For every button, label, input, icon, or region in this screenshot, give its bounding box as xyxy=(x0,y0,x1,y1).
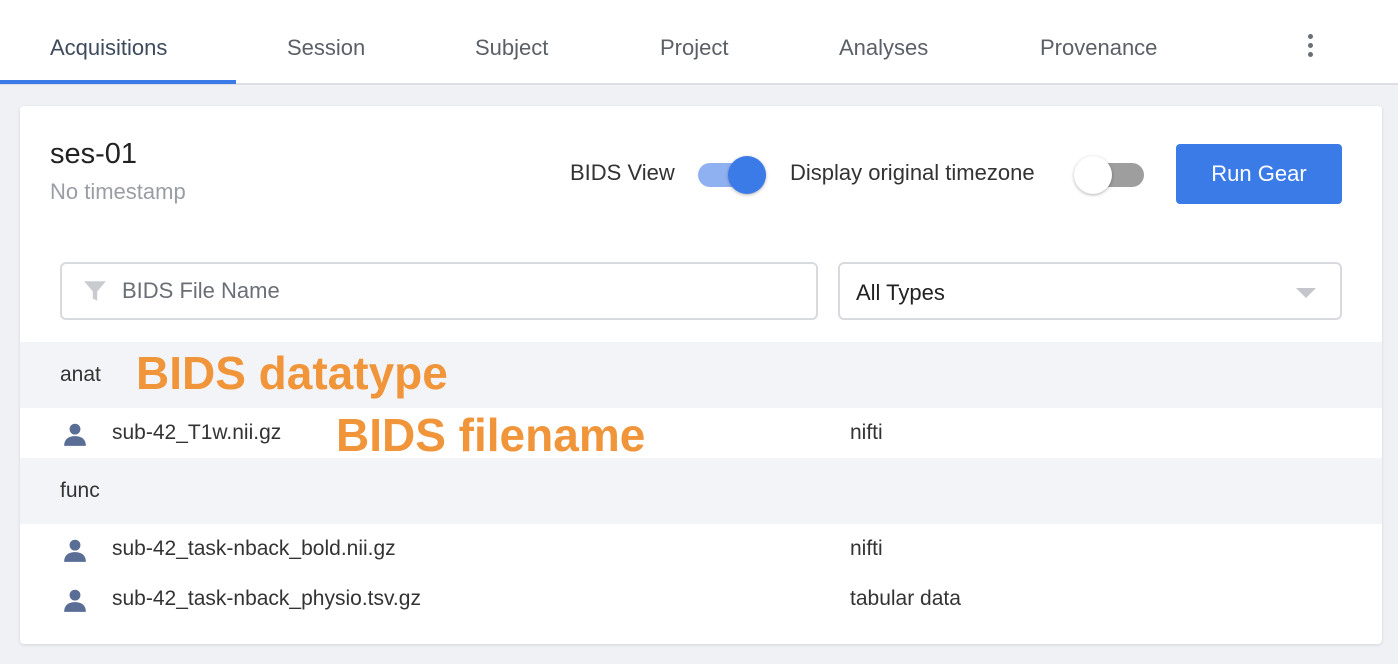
tab-project[interactable]: Project xyxy=(660,0,728,83)
group-label: func xyxy=(60,479,100,502)
session-card: ses-01 No timestamp BIDS View Display or… xyxy=(20,106,1382,644)
person-icon xyxy=(64,589,86,612)
type-select[interactable]: All Types xyxy=(838,262,1342,320)
chevron-down-icon xyxy=(1296,288,1316,298)
active-tab-indicator xyxy=(0,80,236,84)
file-type: nifti xyxy=(850,537,883,560)
bids-view-toggle[interactable] xyxy=(696,156,766,194)
type-select-value: All Types xyxy=(856,280,945,305)
timezone-toggle[interactable] xyxy=(1074,156,1144,194)
toggle-knob xyxy=(1074,156,1112,194)
tab-analyses[interactable]: Analyses xyxy=(839,0,928,83)
tab-subject[interactable]: Subject xyxy=(475,0,548,83)
file-name: sub-42_task-nback_physio.tsv.gz xyxy=(112,587,421,610)
person-icon xyxy=(64,539,86,562)
person-icon xyxy=(64,423,86,446)
tab-bar: Acquisitions Session Subject Project Ana… xyxy=(0,0,1398,85)
run-gear-button[interactable]: Run Gear xyxy=(1176,144,1342,204)
tab-session[interactable]: Session xyxy=(287,0,365,83)
group-row-func: func xyxy=(20,458,1382,524)
file-row[interactable]: sub-42_task-nback_bold.nii.gz nifti xyxy=(20,524,1382,574)
file-name: sub-42_T1w.nii.gz xyxy=(112,421,282,444)
filter-icon xyxy=(84,281,106,301)
session-timestamp: No timestamp xyxy=(50,179,186,204)
timezone-label: Display original timezone xyxy=(790,160,1035,185)
tab-acquisitions[interactable]: Acquisitions xyxy=(50,0,167,83)
toggle-knob xyxy=(728,156,766,194)
file-type: tabular data xyxy=(850,587,961,610)
filename-filter xyxy=(60,262,818,320)
file-row[interactable]: sub-42_task-nback_physio.tsv.gz tabular … xyxy=(20,574,1382,624)
annotation-bids-datatype: BIDS datatype xyxy=(136,347,448,399)
file-type: nifti xyxy=(850,421,883,444)
file-name: sub-42_task-nback_bold.nii.gz xyxy=(112,537,396,560)
filename-filter-input[interactable] xyxy=(122,272,802,310)
annotation-bids-filename: BIDS filename xyxy=(336,409,646,461)
more-vertical-icon[interactable] xyxy=(1300,32,1322,62)
file-row[interactable]: sub-42_T1w.nii.gz nifti xyxy=(20,408,1382,458)
tab-provenance[interactable]: Provenance xyxy=(1040,0,1157,83)
session-title: ses-01 xyxy=(50,138,138,170)
group-label: anat xyxy=(60,363,101,386)
bids-view-label: BIDS View xyxy=(570,160,675,185)
